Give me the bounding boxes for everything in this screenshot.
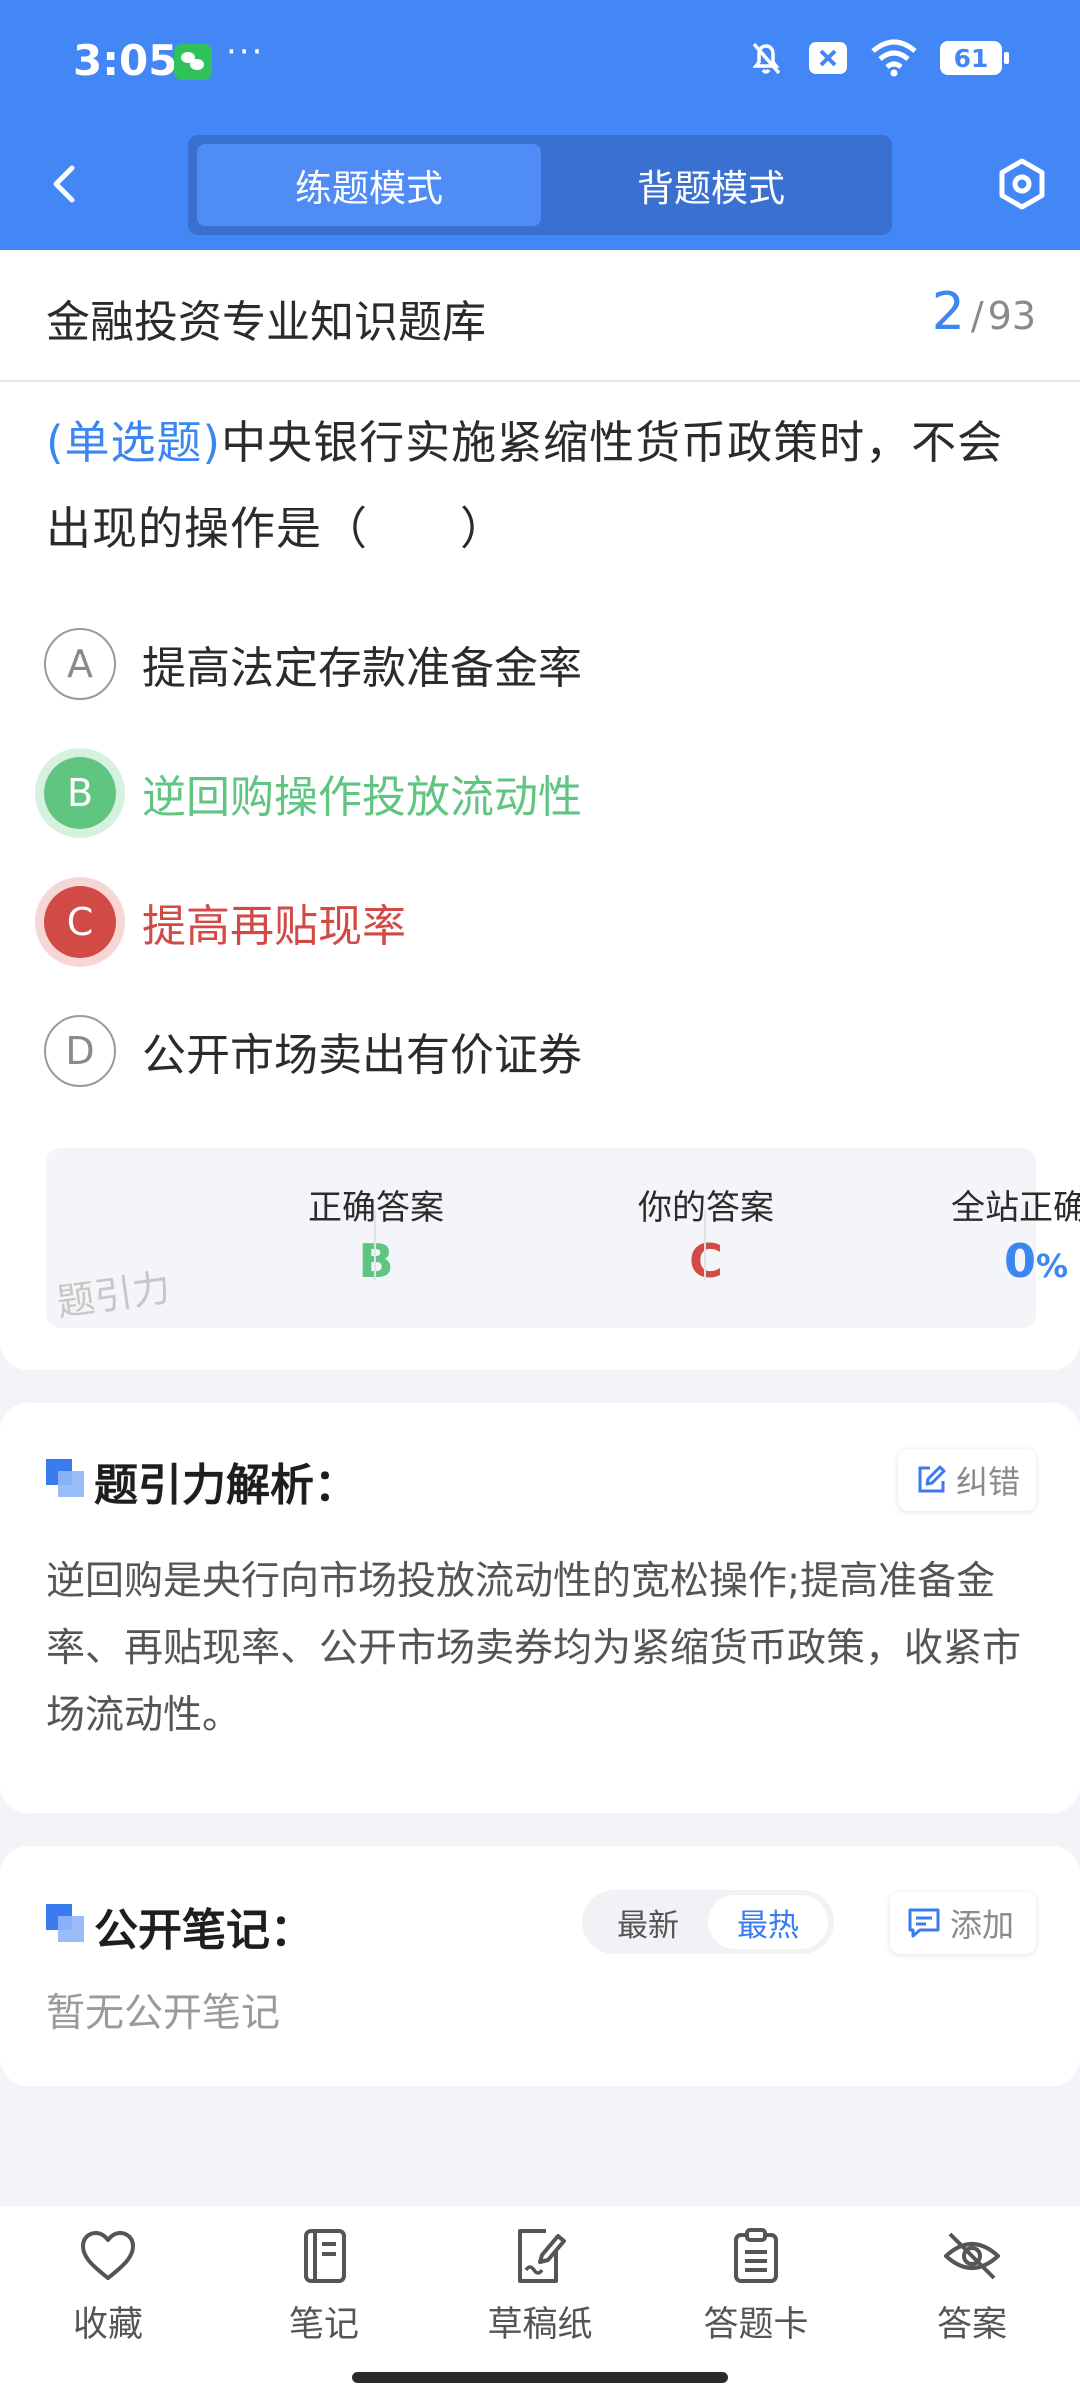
option-d[interactable]: D 公开市场卖出有价证券 <box>44 1013 582 1089</box>
analysis-title: 题引力解析： <box>94 1460 358 1511</box>
nav-label: 答题卡 <box>703 2305 809 2345</box>
option-c[interactable]: C 提高再贴现率 <box>44 884 406 960</box>
app-header: 3:05 ··· 61 练题模式 背题模式 <box>0 0 1080 250</box>
home-indicator[interactable] <box>352 2372 728 2383</box>
notebook-icon <box>304 2229 346 2283</box>
more-notifications-icon: ··· <box>226 32 265 72</box>
wechat-icon <box>174 44 212 80</box>
sort-hot-button[interactable]: 最热 <box>708 1895 828 1949</box>
back-arrow-icon[interactable] <box>42 160 90 208</box>
option-letter: A <box>44 628 116 700</box>
analysis-text: 逆回购是央行向市场投放流动性的宽松操作;提高准备金率、再贴现率、公开市场卖券均为… <box>46 1559 1022 1738</box>
nav-label: 答案 <box>936 2305 1007 2345</box>
bank-row: 金融投资专业知识题库 2 / 93 <box>0 250 1080 382</box>
accuracy-unit: % <box>1035 1247 1069 1285</box>
add-note-label: 添加 <box>950 1906 1015 1944</box>
wifi-icon <box>871 39 917 77</box>
eye-off-icon <box>944 2232 1000 2280</box>
section-icon <box>46 1459 84 1497</box>
counter-separator: / <box>970 294 984 338</box>
accuracy-label: 全站正确率 <box>951 1188 1080 1228</box>
nav-notes[interactable]: 笔记 <box>216 2228 432 2358</box>
option-letter: B <box>44 757 116 829</box>
nav-answer-card[interactable]: 答题卡 <box>648 2228 864 2358</box>
option-text: 逆回购操作投放流动性 <box>142 772 582 823</box>
notes-sort-toggle: 最新 最热 <box>582 1890 834 1954</box>
nav-answer[interactable]: 答案 <box>864 2228 1080 2358</box>
empty-notes-text: 暂无公开笔记 <box>46 1991 281 2036</box>
nav-label: 收藏 <box>72 2305 143 2345</box>
nav-draft[interactable]: 草稿纸 <box>432 2228 648 2358</box>
nav-favorite[interactable]: 收藏 <box>0 2228 216 2358</box>
question-type: (单选题) <box>46 416 222 469</box>
option-text: 提高再贴现率 <box>142 901 406 952</box>
sort-latest-button[interactable]: 最新 <box>588 1895 708 1949</box>
draft-icon <box>518 2229 566 2283</box>
report-error-label: 纠错 <box>956 1463 1021 1501</box>
section-icon <box>46 1904 84 1942</box>
bell-off-icon <box>752 42 781 75</box>
analysis-card: 题引力解析： 纠错 逆回购是央行向市场投放流动性的宽松操作;提高准备金率、再贴现… <box>0 1403 1080 1813</box>
accuracy-col: 全站正确率 0% <box>706 1148 1080 1328</box>
battery-indicator: 61 <box>940 41 1009 75</box>
accuracy-value: 0% <box>871 1234 1080 1288</box>
option-a[interactable]: A 提高法定存款准备金率 <box>44 626 582 702</box>
option-b[interactable]: B 逆回购操作投放流动性 <box>44 755 582 831</box>
correct-answer-col: 正确答案 B 题引力 <box>46 1148 444 1328</box>
question-stem: (单选题)中央银行实施紧缩性货币政策时，不会出现的操作是（ ） <box>46 400 1036 572</box>
comment-icon <box>908 1908 940 1938</box>
bottom-nav: 收藏 笔记 草稿纸 答题卡 答案 <box>0 2206 1080 2400</box>
add-note-button[interactable]: 添加 <box>890 1892 1036 1954</box>
nav-label: 笔记 <box>288 2305 359 2345</box>
status-time: 3:05 <box>73 36 178 85</box>
watermark: 题引力 <box>53 1265 174 1325</box>
tab-practice-mode[interactable]: 练题模式 <box>197 144 541 226</box>
option-text: 公开市场卖出有价证券 <box>142 1030 582 1081</box>
settings-icon[interactable] <box>994 156 1050 212</box>
answer-summary: 正确答案 B 题引力 你的答案 C 全站正确率 0% <box>46 1148 1080 1328</box>
mode-switch: 练题模式 背题模式 <box>188 135 892 235</box>
option-letter: C <box>44 886 116 958</box>
nav-label: 草稿纸 <box>487 2305 593 2345</box>
status-icons: 61 <box>746 38 1009 78</box>
option-text: 提高法定存款准备金率 <box>142 643 582 694</box>
tab-memorize-mode[interactable]: 背题模式 <box>539 144 883 226</box>
close-box-icon <box>809 42 847 74</box>
heart-icon <box>81 2231 135 2280</box>
notes-title: 公开笔记： <box>94 1905 314 1956</box>
bank-title: 金融投资专业知识题库 <box>46 297 486 348</box>
answer-card-icon <box>734 2228 778 2283</box>
your-answer-col: 你的答案 C <box>376 1148 774 1328</box>
question-counter: 2 / 93 <box>932 282 1036 342</box>
question-card: 金融投资专业知识题库 2 / 93 (单选题)中央银行实施紧缩性货币政策时，不会… <box>0 250 1080 1370</box>
total-question-number: 93 <box>987 294 1036 338</box>
current-question-number: 2 <box>931 282 965 342</box>
accuracy-number: 0 <box>1003 1234 1036 1288</box>
option-letter: D <box>44 1015 116 1087</box>
edit-icon <box>918 1465 946 1493</box>
notes-card: 公开笔记： 最新 最热 添加 暂无公开笔记 <box>0 1846 1080 2086</box>
report-error-button[interactable]: 纠错 <box>898 1449 1036 1511</box>
